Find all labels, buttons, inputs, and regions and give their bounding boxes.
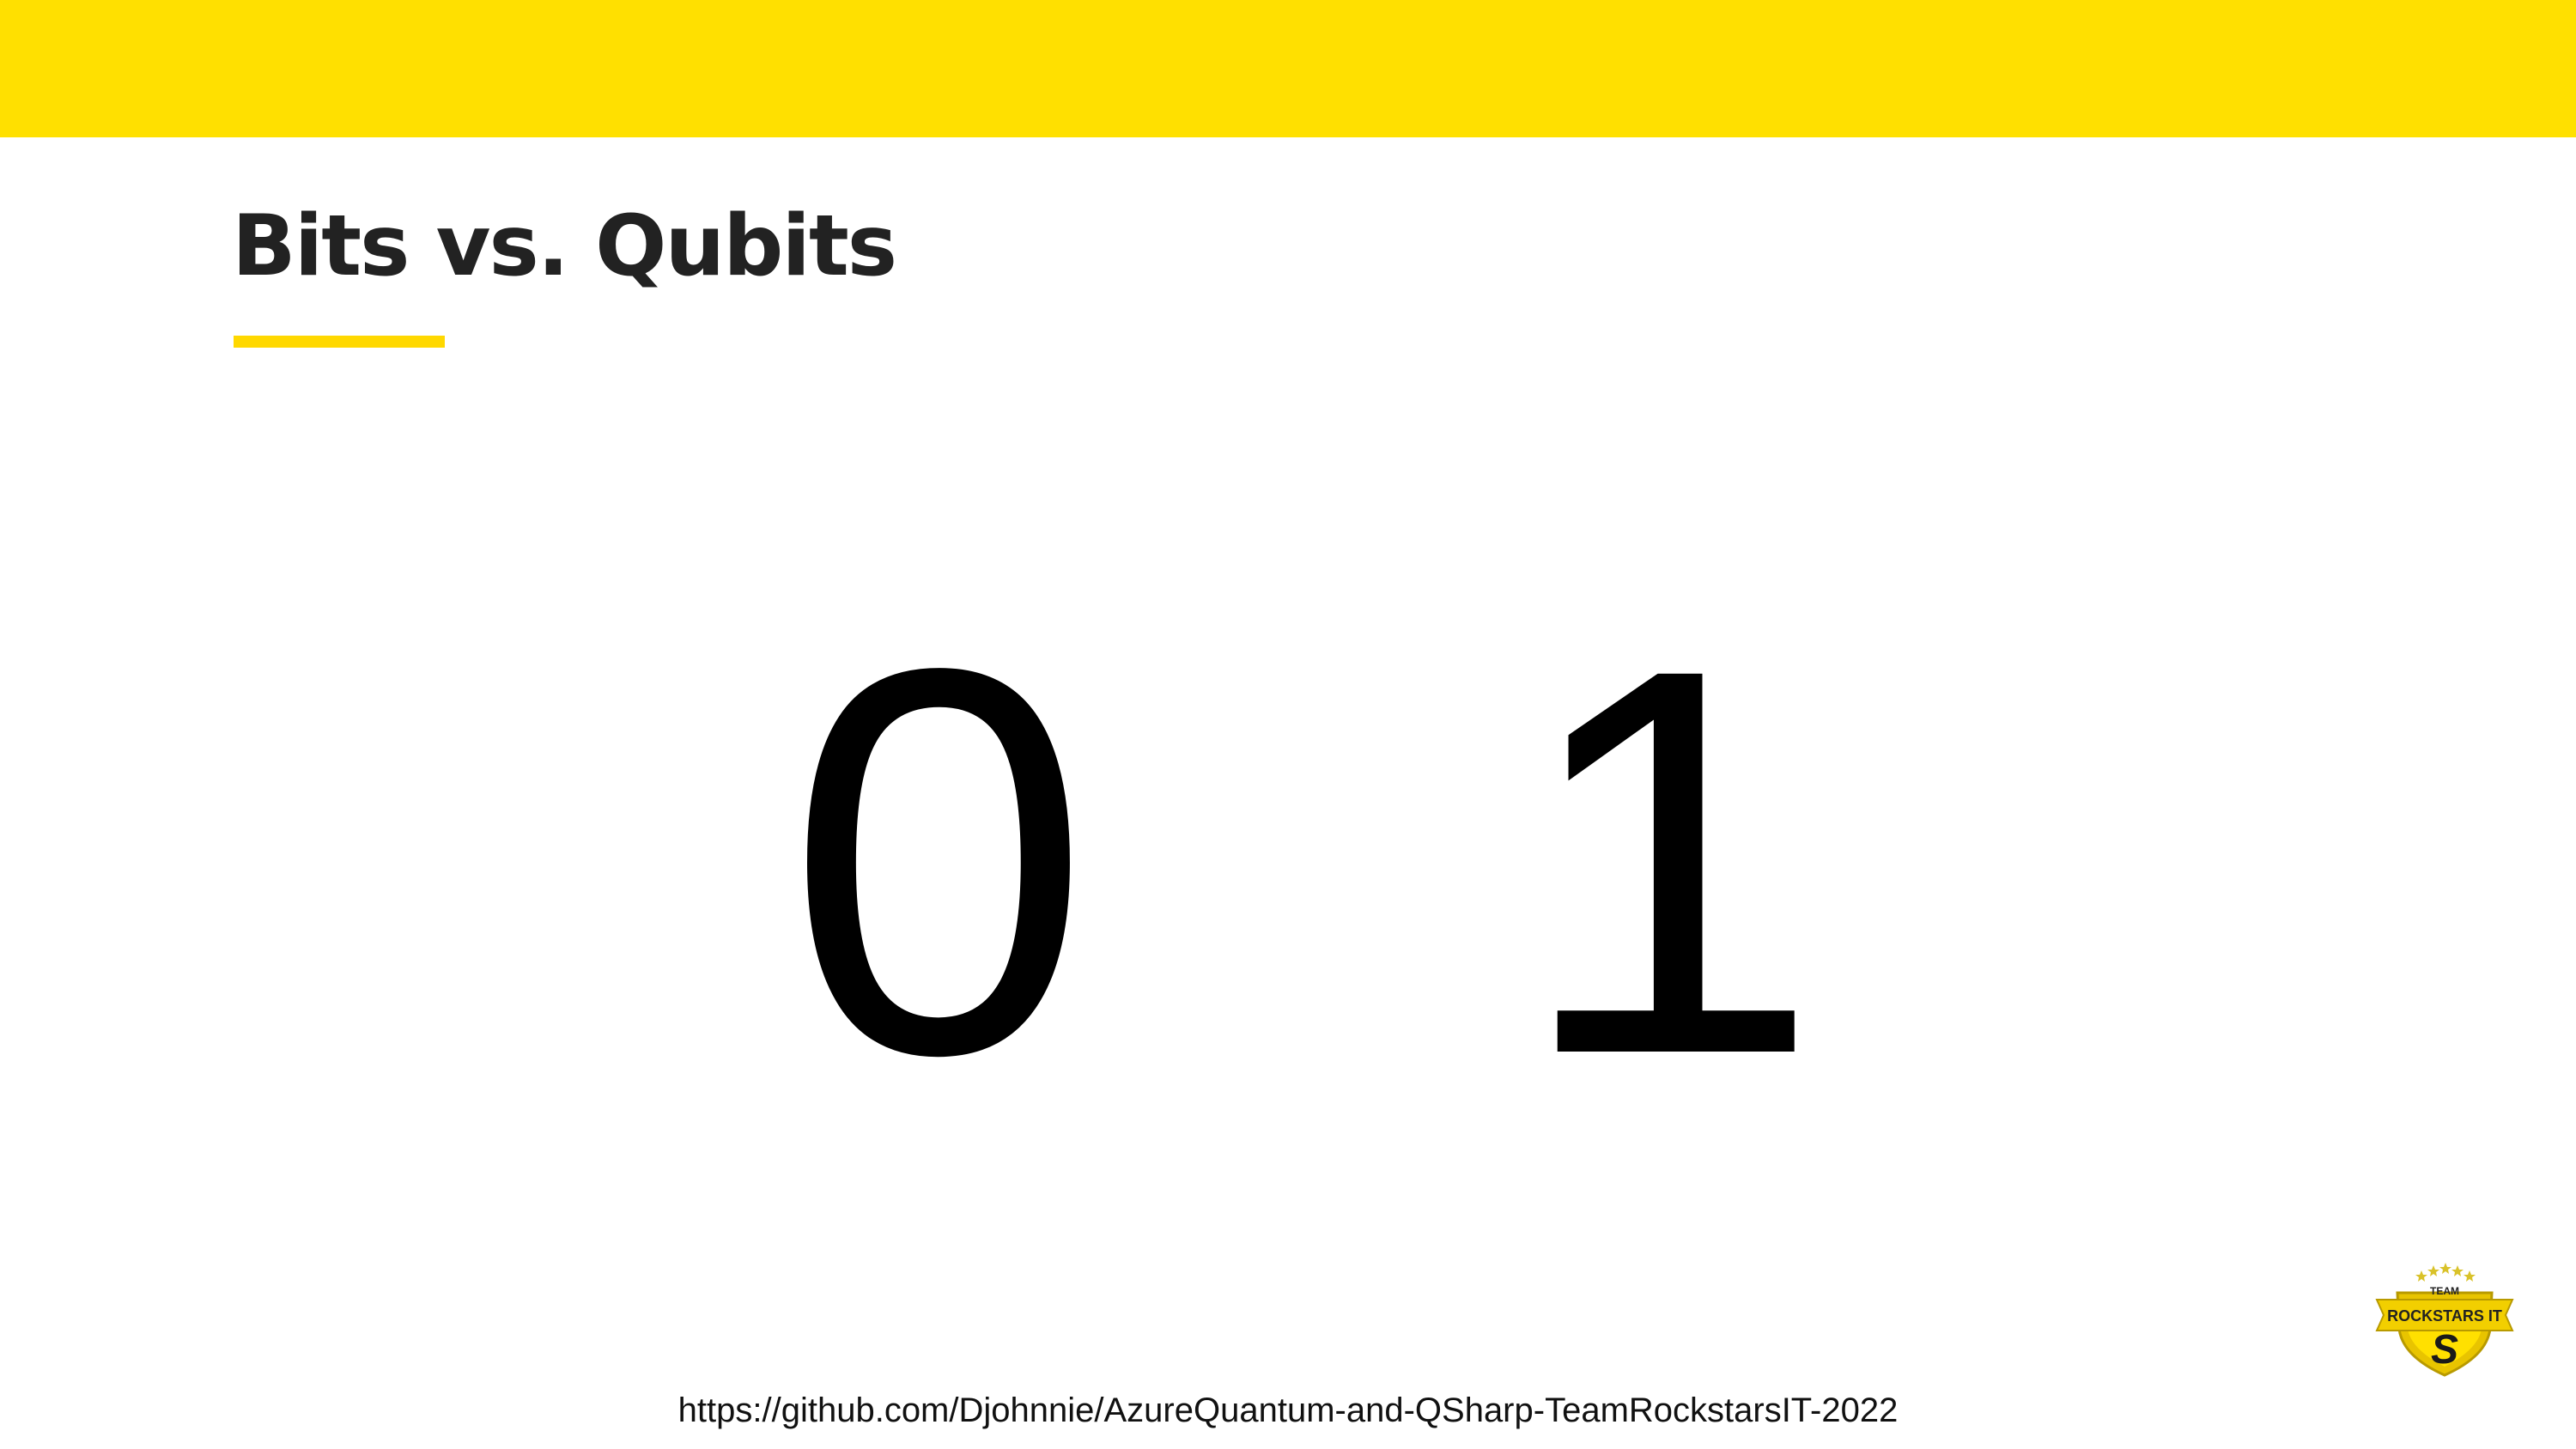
slide-title: Bits vs. Qubits [232, 197, 897, 295]
top-accent-bar [0, 0, 2576, 137]
digit-zero: 0 [786, 555, 1091, 1168]
footer-url: https://github.com/Djohnnie/AzureQuantum… [677, 1391, 1899, 1429]
team-rockstars-logo-icon: TEAM ROCKSTARS IT S [2375, 1263, 2514, 1377]
logo-letter: S [2431, 1327, 2458, 1373]
logo-top-text: TEAM [2430, 1285, 2459, 1297]
digit-one: 1 [1516, 555, 1821, 1168]
logo-stars [2415, 1263, 2476, 1282]
title-underline [234, 336, 445, 348]
logo-main-text: ROCKSTARS IT [2387, 1307, 2502, 1325]
slide: Bits vs. Qubits 0 1 https://github.com/D… [0, 0, 2576, 1449]
